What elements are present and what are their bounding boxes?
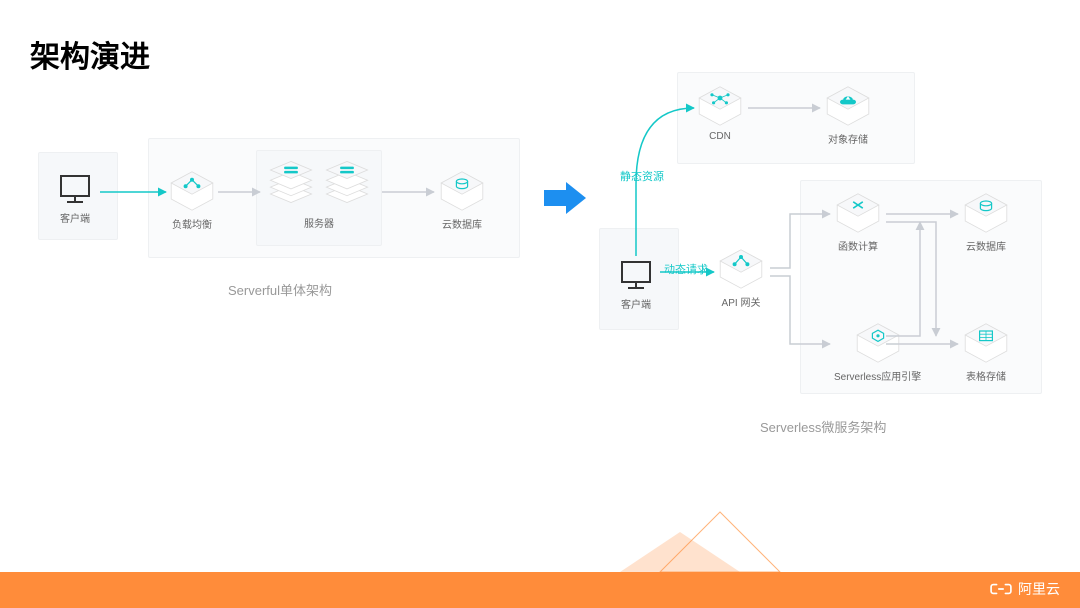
label-ots: 表格存储 — [966, 368, 1006, 383]
hex-rds-icon — [962, 192, 1010, 234]
caption-left: Serverful单体架构 — [228, 280, 332, 299]
hex-oss-icon — [824, 85, 872, 127]
caption-right: Serverless微服务架构 — [760, 417, 886, 436]
label-lb: 负载均衡 — [172, 216, 212, 231]
footer-decoration — [620, 502, 820, 572]
node-client-right: 客户端 — [616, 258, 656, 311]
node-ots: 表格存储 — [962, 322, 1010, 383]
node-apigw: API 网关 — [717, 248, 765, 309]
monitor-icon — [616, 258, 656, 292]
edge-static-label: 静态资源 — [620, 168, 664, 184]
label-servers: 服务器 — [304, 215, 334, 230]
label-apigw: API 网关 — [722, 294, 761, 309]
node-lb: 负载均衡 — [168, 170, 216, 231]
label-sae: Serverless应用引擎 — [834, 368, 921, 383]
server-stack-icon — [265, 158, 317, 206]
node-db-left: 云数据库 — [438, 170, 486, 231]
brand-text: 阿里云 — [1018, 579, 1060, 599]
label-cdn: CDN — [709, 131, 731, 142]
label-fc: 函数计算 — [838, 238, 878, 253]
node-cdn: CDN — [696, 85, 744, 142]
hex-lb-icon — [168, 170, 216, 212]
aliyun-bracket-icon — [990, 578, 1012, 600]
label-rds: 云数据库 — [966, 238, 1006, 253]
label-client-left: 客户端 — [60, 210, 90, 225]
label-client-right: 客户端 — [621, 296, 651, 311]
node-fc: 函数计算 — [834, 192, 882, 253]
hex-sae-icon — [854, 322, 902, 364]
node-servers: 服务器 — [265, 158, 373, 230]
monitor-icon — [55, 172, 95, 206]
label-db-left: 云数据库 — [442, 216, 482, 231]
node-rds: 云数据库 — [962, 192, 1010, 253]
page-title: 架构演进 — [30, 32, 150, 76]
footer-bar — [0, 572, 1080, 608]
node-sae: Serverless应用引擎 — [834, 322, 921, 383]
hex-apigw-icon — [717, 248, 765, 290]
hex-ots-icon — [962, 322, 1010, 364]
transition-arrow-icon — [540, 178, 590, 218]
node-oss: 对象存储 — [824, 85, 872, 146]
server-stack-icon — [321, 158, 373, 206]
brand-logo: 阿里云 — [990, 578, 1060, 600]
label-oss: 对象存储 — [828, 131, 868, 146]
node-client-left: 客户端 — [55, 172, 95, 225]
edge-dynamic-label: 动态请求 — [664, 261, 708, 277]
hex-db-icon — [438, 170, 486, 212]
hex-cdn-icon — [696, 85, 744, 127]
hex-fc-icon — [834, 192, 882, 234]
